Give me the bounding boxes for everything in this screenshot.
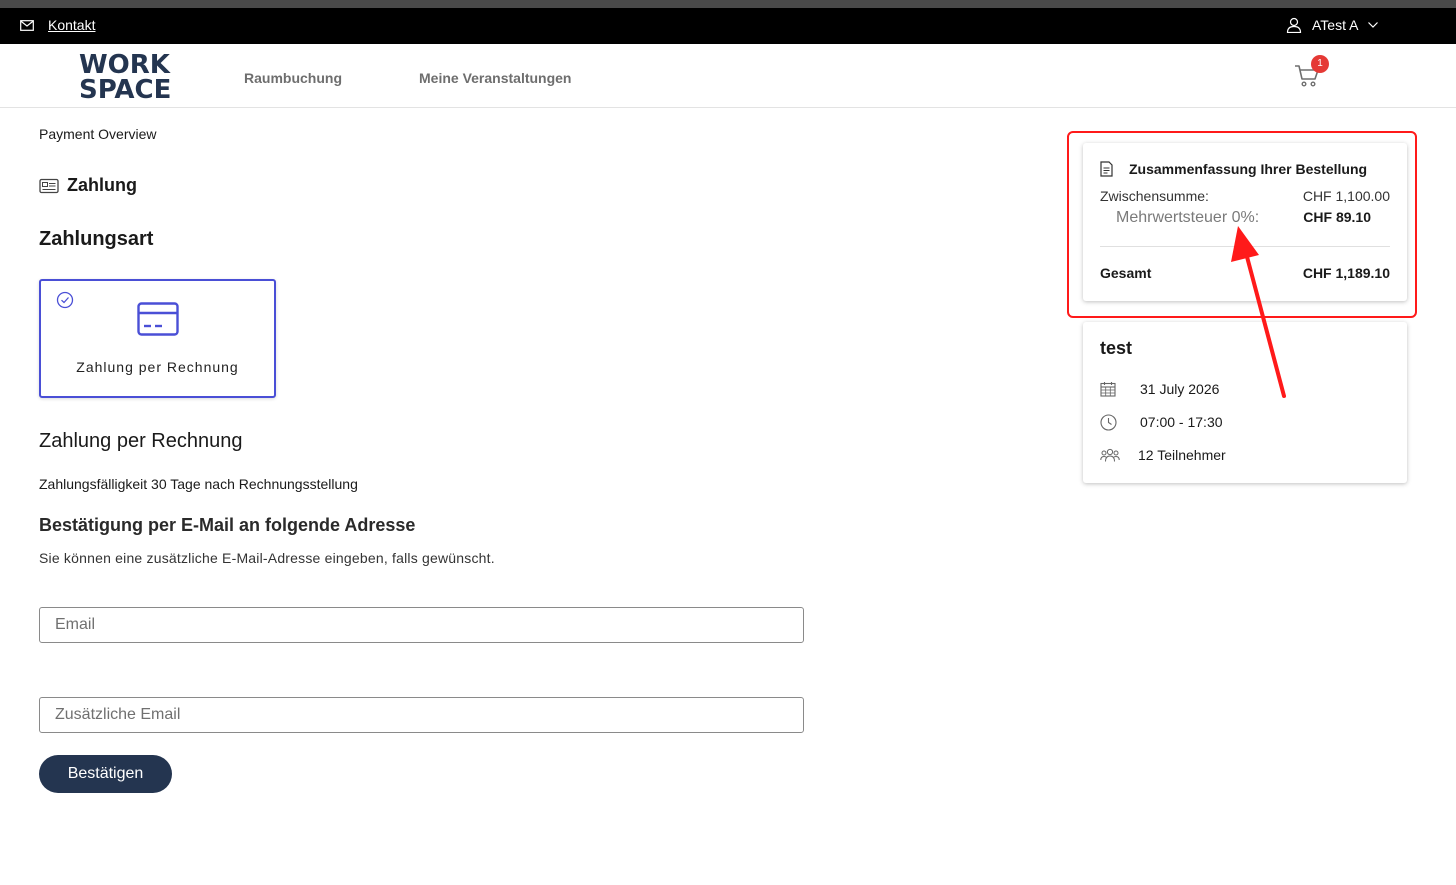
booking-time: 07:00 - 17:30 xyxy=(1140,414,1223,430)
booking-participants: 12 Teilnehmer xyxy=(1138,447,1226,463)
top-bar: Kontakt ATest A xyxy=(0,8,1456,44)
booking-date-row: 31 July 2026 xyxy=(1100,380,1219,398)
email-confirmation-heading: Bestätigung per E-Mail an folgende Adres… xyxy=(39,515,416,535)
booking-name: test xyxy=(1100,338,1133,358)
logo-line-2: SPACE xyxy=(79,75,172,105)
booking-date: 31 July 2026 xyxy=(1140,381,1220,397)
chevron-down-icon xyxy=(1368,22,1379,28)
booking-details-card: test 31 July 2026 07:00 - 17:30 12 Teiln… xyxy=(1083,322,1407,483)
nav-link-raumbuchung[interactable]: Raumbuchung xyxy=(244,70,342,86)
nav-link-meine-veranstaltungen[interactable]: Meine Veranstaltungen xyxy=(419,70,571,86)
user-icon xyxy=(1286,17,1302,33)
invoice-heading: Zahlung per Rechnung xyxy=(39,430,243,452)
breadcrumb: Payment Overview xyxy=(39,126,157,142)
mail-icon xyxy=(20,19,34,31)
email-field-wrapper xyxy=(39,607,804,643)
contact-label: Kontakt xyxy=(48,17,96,33)
workspace-logo[interactable]: WORK SPACE xyxy=(79,52,172,105)
window-top-strip xyxy=(0,0,1456,8)
email-input[interactable] xyxy=(40,608,803,642)
payment-method-label: Zahlung per Rechnung xyxy=(76,359,239,375)
payment-section-title: Zahlung xyxy=(39,175,137,196)
section-title-text: Zahlung xyxy=(67,175,137,195)
confirm-button[interactable]: Bestätigen xyxy=(39,755,172,793)
contact-link[interactable]: Kontakt xyxy=(20,17,95,33)
clock-icon xyxy=(1100,413,1117,431)
payment-card-icon xyxy=(39,178,59,193)
booking-participants-row: 12 Teilnehmer xyxy=(1100,446,1226,464)
cart-count-badge: 1 xyxy=(1311,55,1329,73)
participants-icon xyxy=(1100,448,1120,462)
check-circle-icon xyxy=(56,291,74,309)
additional-email-input[interactable] xyxy=(40,698,803,732)
payment-type-heading: Zahlungsart xyxy=(39,228,154,250)
annotation-highlight-box xyxy=(1067,131,1417,318)
additional-email-field-wrapper xyxy=(39,697,804,733)
booking-time-row: 07:00 - 17:30 xyxy=(1100,413,1223,431)
main-navbar: WORK SPACE Raumbuchung Meine Veranstaltu… xyxy=(0,44,1456,108)
payment-method-invoice-card[interactable]: Zahlung per Rechnung xyxy=(39,279,276,398)
email-confirmation-hint: Sie können eine zusätzliche E-Mail-Adres… xyxy=(39,550,495,566)
user-menu[interactable]: ATest A xyxy=(1286,17,1379,33)
calendar-icon xyxy=(1100,382,1116,397)
user-name: ATest A xyxy=(1312,17,1359,33)
payment-due-text: Zahlungsfälligkeit 30 Tage nach Rechnung… xyxy=(39,476,358,492)
credit-card-icon xyxy=(137,302,179,336)
